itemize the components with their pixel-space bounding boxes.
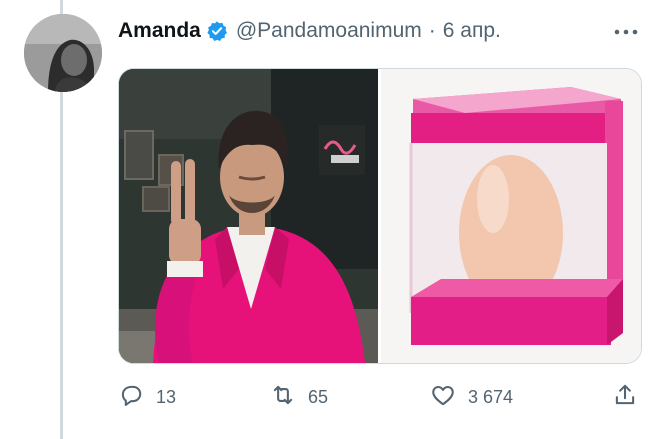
timestamp[interactable]: 6 апр.: [443, 19, 501, 43]
verified-badge-icon: [206, 20, 228, 42]
media-grid: [118, 68, 642, 364]
share-icon: [612, 382, 638, 413]
retweet-button[interactable]: 65: [270, 380, 328, 414]
like-count: 3 674: [468, 386, 514, 407]
reply-count: 13: [156, 386, 177, 407]
display-name[interactable]: Amanda: [118, 19, 201, 43]
avatar-photo: [24, 14, 102, 92]
retweet-icon: [270, 382, 296, 413]
like-button[interactable]: 3 674: [430, 380, 513, 414]
retweet-count: 65: [308, 386, 329, 407]
tweet-actions-bar: 13 65 3 674: [118, 380, 648, 414]
reply-button[interactable]: 13: [118, 380, 176, 414]
heart-icon: [430, 382, 456, 413]
share-button[interactable]: [612, 380, 638, 414]
more-horizontal-icon[interactable]: [612, 22, 640, 42]
media-image-man-in-pink-suit[interactable]: [119, 69, 378, 363]
avatar[interactable]: [24, 14, 102, 92]
media-image-pink-egg-box[interactable]: [381, 69, 641, 363]
separator-dot: ·: [428, 19, 436, 42]
tweet-header: Amanda @Pandamoanimum · 6 апр.: [118, 16, 501, 46]
reply-icon: [118, 382, 144, 413]
user-handle[interactable]: @Pandamoanimum: [236, 19, 422, 43]
